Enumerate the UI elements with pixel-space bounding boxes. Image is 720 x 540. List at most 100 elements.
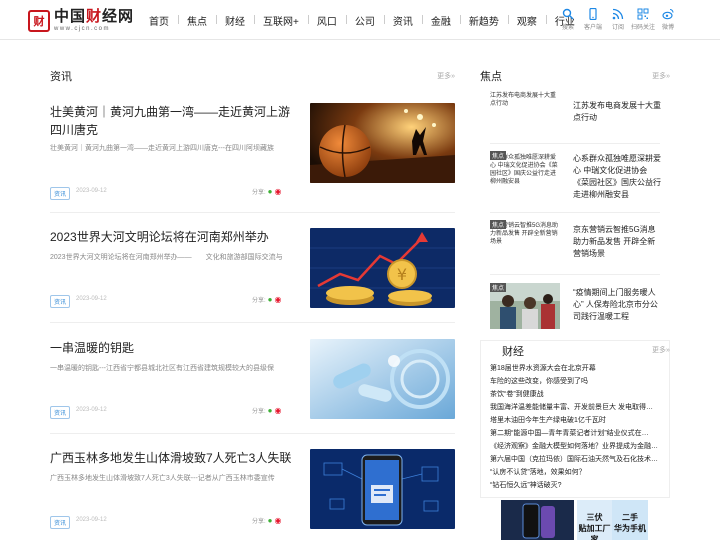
- share-bar: 分享: ● ◉: [252, 516, 282, 525]
- article-title[interactable]: 一串温暖的钥匙: [50, 339, 295, 357]
- article-tag[interactable]: 资讯: [50, 295, 71, 308]
- svg-text:¥: ¥: [397, 265, 407, 284]
- list-item[interactable]: 车险的这些改变，你感受到了吗: [490, 375, 662, 388]
- tool-label: 搜索: [561, 25, 574, 31]
- list-item[interactable]: 第六届中国（克拉玛依）国际石油天然气及石化技术…: [490, 453, 662, 466]
- smartphone-image: [310, 449, 455, 529]
- list-item[interactable]: 我国海洋温差能储量丰富、开发前景巨大 发电取得…: [490, 401, 662, 414]
- share-label: 分享:: [252, 190, 266, 196]
- article-summary: 广西玉林多地发生山体滑坡致7人死亡3人失联---记者从广西玉林市委宣传: [50, 475, 275, 482]
- weibo-icon[interactable]: ◉: [275, 516, 282, 525]
- article-title[interactable]: 壮美黄河｜黄河九曲第一湾——走近黄河上游四川唐克: [50, 103, 295, 139]
- share-label: 分享:: [252, 409, 266, 415]
- site-header: 财 中国财经网 www.cjcn.com 首页 焦点 财经 互联网+ 风口 公司…: [0, 0, 720, 40]
- hot-item[interactable]: 心系群众孤独唯愿深耕爱心 中瑞文化促进协会《菜园社区》国庆公益行走进柳州融安县 …: [490, 151, 661, 207]
- hot-title[interactable]: 京东营销云智推5G消息助力新品发售 开辟全新营销场景: [573, 224, 661, 260]
- tool-search[interactable]: 搜索: [556, 8, 580, 31]
- nav-item-internet[interactable]: 互联网+: [254, 13, 308, 28]
- article-tag[interactable]: 资讯: [50, 516, 71, 529]
- hot-divider: [490, 143, 660, 144]
- tool-label: 订阅: [611, 25, 624, 31]
- hot-thumbnail: 京东营销云智推5G消息助力新品发售 开辟全新营销场景 焦点: [490, 220, 560, 266]
- article-summary: 2023世界大河文明论坛将在河南郑州举办—— 文化和旅游部国际交流与: [50, 254, 283, 261]
- weibo-icon[interactable]: ◉: [275, 187, 282, 196]
- list-item[interactable]: “钻石恒久远”神话破灭?: [490, 479, 662, 492]
- nav-item-company[interactable]: 公司: [345, 13, 384, 28]
- gold-coins-image: ¥: [310, 228, 455, 308]
- weibo-icon[interactable]: ◉: [275, 295, 282, 304]
- header-tools: 搜索 客户端 订阅 扫码关注 微博: [556, 8, 681, 31]
- hot-title[interactable]: “疫情期间上门服务暖人心” 人保寿险北京市分公司践行温暖工程: [573, 287, 661, 323]
- weibo-icon[interactable]: ◉: [275, 406, 282, 415]
- hot-more-link[interactable]: 更多»: [652, 71, 670, 81]
- article-thumbnail-medicine[interactable]: [310, 339, 455, 419]
- medicine-image: [310, 339, 455, 419]
- article-tag[interactable]: 资讯: [50, 187, 71, 200]
- article-summary: 壮美黄河｜黄河九曲第一湾——走近黄河上游四川唐克---在四川阿坝藏族: [50, 145, 274, 152]
- list-item[interactable]: 《经济观察》金融大模型如何落地？业界提成为金融…: [490, 440, 662, 453]
- article-title[interactable]: 广西玉林多地发生山体滑坡致7人死亡3人失联: [50, 449, 295, 467]
- finance-more-link[interactable]: 更多»: [652, 345, 670, 355]
- nav-item-banking[interactable]: 金融: [421, 13, 460, 28]
- qrcode-icon: [637, 8, 649, 20]
- nav-item-finance[interactable]: 财经: [216, 13, 254, 28]
- tool-label: 客户端: [583, 25, 602, 31]
- tool-qrcode[interactable]: 扫码关注: [631, 8, 655, 31]
- search-icon: [562, 8, 574, 20]
- ad-text: 三伏 贴加工厂家: [578, 513, 611, 540]
- hot-thumbnail: 焦点: [490, 283, 560, 329]
- article-title[interactable]: 2023世界大河文明论坛将在河南郑州举办: [50, 228, 295, 246]
- hot-divider: [490, 212, 660, 213]
- share-bar: 分享: ● ◉: [252, 187, 282, 196]
- hot-thumbnail: 心系群众孤独唯愿深耕爱心 中瑞文化促进协会《菜园社区》国庆公益行走进柳州融安县 …: [490, 151, 560, 197]
- article-item: 壮美黄河｜黄河九曲第一湾——走近黄河上游四川唐克 壮美黄河｜黄河九曲第一湾——走…: [50, 103, 455, 203]
- tool-weibo[interactable]: 微博: [656, 8, 680, 31]
- logo-mark-icon: 财: [28, 10, 50, 32]
- weibo-icon: [662, 8, 674, 20]
- article-date: 2023-09-12: [76, 188, 107, 194]
- article-thumbnail-phone[interactable]: [310, 449, 455, 529]
- hot-item[interactable]: 江苏发布电商发展十大重点行动 江苏发布电商发展十大重点行动: [490, 90, 661, 146]
- hot-item[interactable]: 焦点 “疫情期间上门服务暖人心” 人保寿险北京市分公司践行温暖工程: [490, 283, 660, 339]
- article-item: 2023世界大河文明论坛将在河南郑州举办 2023世界大河文明论坛将在河南郑州举…: [50, 228, 455, 328]
- wechat-icon[interactable]: ●: [268, 516, 273, 525]
- nav-item-observe[interactable]: 观察: [507, 13, 546, 28]
- article-summary: 一串温暖的钥匙---江西省宁都县城北社区有江西省建筑规模较大的县级保: [50, 365, 274, 372]
- hot-thumb-tag: 焦点: [490, 283, 507, 292]
- news-more-link[interactable]: 更多»: [437, 71, 455, 81]
- wechat-icon[interactable]: ●: [268, 406, 273, 415]
- nav-item-new-trend[interactable]: 新趋势: [459, 13, 508, 28]
- article-thumbnail-coins[interactable]: ¥: [310, 228, 455, 308]
- article-date: 2023-09-12: [76, 296, 107, 302]
- hot-divider: [490, 274, 660, 275]
- hot-title[interactable]: 江苏发布电商发展十大重点行动: [573, 100, 661, 124]
- nav-item-trend[interactable]: 风口: [307, 13, 346, 28]
- list-item[interactable]: “认房不认贷”落地，效果如何？: [490, 466, 662, 479]
- nav-item-news[interactable]: 资讯: [383, 13, 422, 28]
- ad-banner-phone[interactable]: [501, 500, 574, 540]
- list-item[interactable]: 第18届世界水资源大会在北京开幕: [490, 362, 662, 375]
- list-item[interactable]: 茶饮“卷”到健康战: [490, 388, 662, 401]
- ad-banner-huawei[interactable]: 二手 华为手机: [612, 500, 648, 540]
- hot-title[interactable]: 心系群众孤独唯愿深耕爱心 中瑞文化促进协会《菜园社区》国庆公益行走进柳州融安县: [573, 153, 661, 201]
- list-item[interactable]: 塔里木油田今年生产绿电破1亿千瓦时: [490, 414, 662, 427]
- article-thumbnail-basketball[interactable]: [310, 103, 455, 183]
- article-tag[interactable]: 资讯: [50, 406, 71, 419]
- nav-item-focus[interactable]: 焦点: [178, 13, 216, 28]
- nav-item-home[interactable]: 首页: [140, 13, 178, 28]
- ad-phone-image: [501, 500, 574, 540]
- wechat-icon[interactable]: ●: [268, 295, 273, 304]
- wechat-icon[interactable]: ●: [268, 187, 273, 196]
- finance-section-title: 财经: [502, 346, 524, 358]
- main-nav: 首页 焦点 财经 互联网+ 风口 公司 资讯 金融 新趋势 观察 行业: [140, 0, 584, 40]
- site-logo[interactable]: 财 中国财经网 www.cjcn.com: [28, 8, 134, 34]
- list-item[interactable]: 第二期“能源中国—青年青菜记者计划”结业仪式在…: [490, 427, 662, 440]
- share-label: 分享:: [252, 298, 266, 304]
- rss-icon: [612, 8, 624, 20]
- tool-subscribe[interactable]: 订阅: [606, 8, 630, 31]
- ad-banner-sanfu[interactable]: 三伏 贴加工厂家: [577, 500, 612, 540]
- finance-list: 第18届世界水资源大会在北京开幕 车险的这些改变，你感受到了吗 茶饮“卷”到健康…: [490, 362, 662, 492]
- tool-client[interactable]: 客户端: [581, 8, 605, 31]
- hot-item[interactable]: 京东营销云智推5G消息助力新品发售 开辟全新营销场景 焦点 京东营销云智推5G消…: [490, 220, 660, 276]
- share-bar: 分享: ● ◉: [252, 406, 282, 415]
